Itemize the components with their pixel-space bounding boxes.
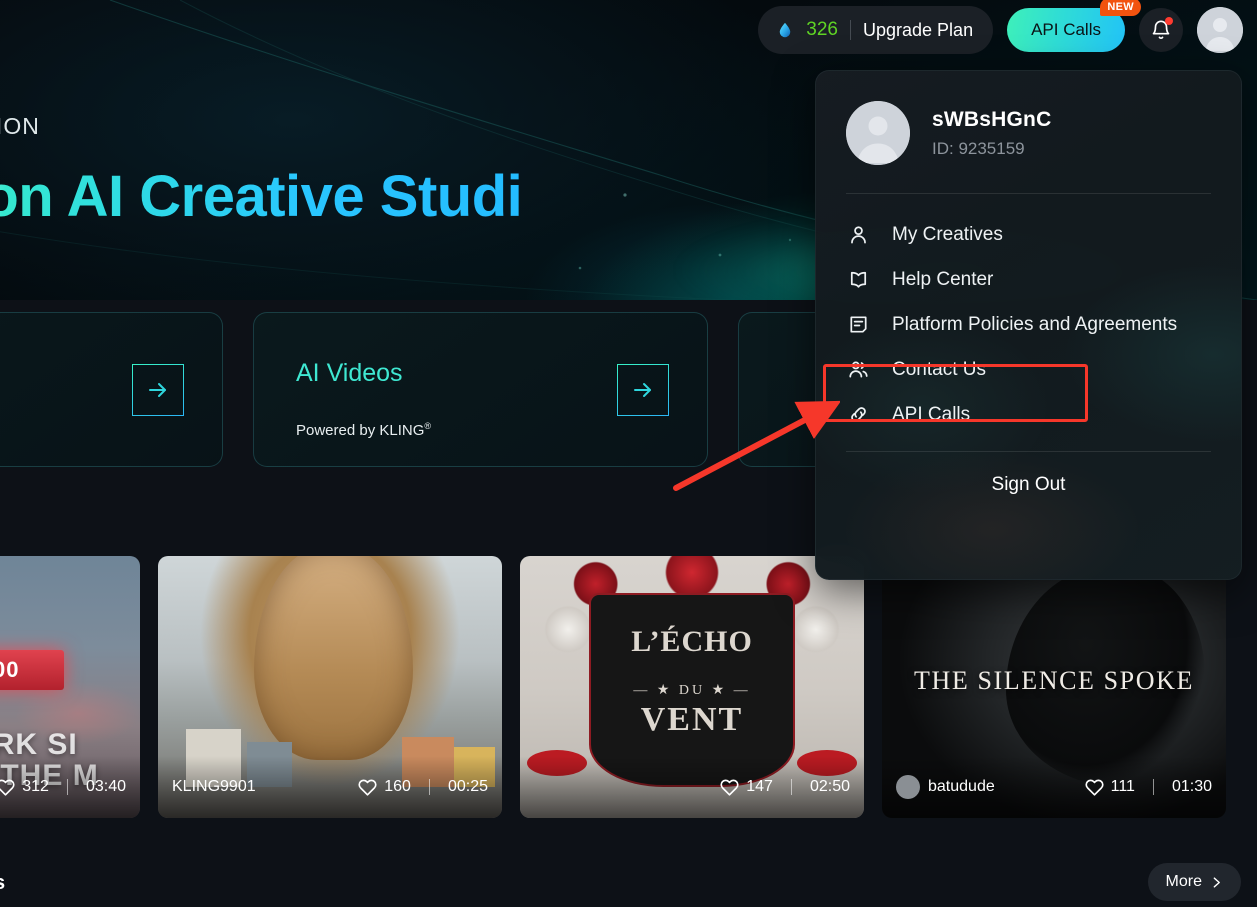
- dropdown-glow: [841, 449, 1142, 579]
- section-label-partial: s: [0, 872, 5, 895]
- menu-item-help-center[interactable]: Help Center: [834, 257, 1223, 302]
- video-author-name: KLING9901: [172, 778, 256, 795]
- notification-dot: [1165, 17, 1173, 25]
- credit-balance: 326: [806, 19, 838, 40]
- top-bar: 326 Upgrade Plan API Calls NEW: [758, 0, 1257, 60]
- menu-item-label: Contact Us: [892, 358, 986, 380]
- meta-divider: [428, 779, 430, 795]
- menu-item-label: My Creatives: [892, 223, 1003, 245]
- book-icon: [846, 268, 870, 292]
- video-card[interactable]: L’ÉCHO — ★ DU ★ — VENT 147 02:50: [520, 556, 864, 818]
- video-card[interactable]: KLING9901 160 00:25: [158, 556, 502, 818]
- video-like-count: 111: [1110, 778, 1135, 795]
- chevron-right-icon: [1213, 876, 1220, 888]
- arrow-right-circle-icon[interactable]: [132, 363, 184, 416]
- page-root: RK YOUR IMAGINATION Generation AI Creati…: [0, 0, 1257, 907]
- menu-item-my-creatives[interactable]: My Creatives: [834, 212, 1223, 257]
- poster-line-1: L’ÉCHO: [631, 625, 753, 659]
- user-avatar-icon: [846, 101, 910, 165]
- menu-item-contact-us[interactable]: Contact Us: [834, 347, 1223, 392]
- poster-line-3: VENT: [640, 701, 744, 738]
- video-likes: 111: [1085, 778, 1135, 797]
- avatar[interactable]: [1197, 7, 1243, 53]
- thumbnail-sign-text: 97:20:00: [0, 650, 65, 690]
- upgrade-plan-button[interactable]: Upgrade Plan: [863, 20, 973, 41]
- video-likes: 312: [0, 778, 49, 797]
- video-like-count: 312: [22, 778, 49, 795]
- person-icon: [846, 223, 870, 247]
- feature-card-ai-videos[interactable]: AI Videos Powered by KLING®: [253, 312, 708, 467]
- meta-divider: [66, 779, 68, 795]
- people-group-icon: [846, 358, 870, 382]
- video-likes: 147: [720, 778, 773, 797]
- feature-card-subtitle-text: Powered by KLING: [296, 422, 425, 439]
- notifications-button[interactable]: [1139, 8, 1183, 52]
- meta-divider: [790, 779, 792, 795]
- video-card-grid: 97:20:00 DARK SI OF THE M 312 03:40: [0, 556, 1226, 818]
- video-like-count: 147: [746, 778, 773, 795]
- account-id: ID: 9235159: [932, 138, 1025, 158]
- user-avatar-icon: [1197, 7, 1243, 53]
- more-button[interactable]: More: [1147, 863, 1241, 901]
- heart-icon: [358, 779, 377, 796]
- hero-kicker: RK YOUR IMAGINATION: [0, 113, 41, 139]
- dropdown-divider: [846, 451, 1211, 452]
- thumbnail-title-overlay: THE SILENCE SPOKE: [914, 666, 1194, 696]
- dropdown-menu-list: My Creatives Help Center Platform Polici…: [816, 194, 1241, 437]
- arrow-right-circle-icon[interactable]: [617, 363, 669, 416]
- more-button-label: More: [1165, 873, 1202, 890]
- video-duration: 00:25: [447, 778, 488, 795]
- menu-item-label: API Calls: [892, 403, 971, 425]
- registered-mark: ®: [424, 421, 432, 431]
- video-card-meta: KLING9901 160 00:25: [158, 756, 502, 818]
- page-title: Generation AI Creative Studi: [0, 163, 523, 230]
- feature-card-subtitle: Powered by KLING®: [296, 421, 431, 439]
- sign-out-button[interactable]: Sign Out: [816, 474, 1241, 496]
- video-like-count: 160: [384, 778, 411, 795]
- heart-icon: [1085, 779, 1104, 796]
- dropdown-profile-text: sWBsHGnC ID: 9235159: [932, 108, 1051, 159]
- api-calls-label: API Calls: [1031, 20, 1101, 39]
- video-card[interactable]: 97:20:00 DARK SI OF THE M 312 03:40: [0, 556, 140, 818]
- avatar: [846, 101, 910, 165]
- account-name: sWBsHGnC: [932, 107, 1052, 131]
- poster-line-2: — ★ DU ★ —: [633, 683, 751, 698]
- video-duration: 02:50: [809, 778, 850, 795]
- meta-divider: [1152, 779, 1154, 795]
- document-icon: [846, 313, 870, 337]
- link-chain-icon: [846, 403, 870, 427]
- credits-upgrade-pill[interactable]: 326 Upgrade Plan: [758, 6, 994, 54]
- video-card-meta: 312 03:40: [0, 756, 140, 818]
- menu-item-api-calls[interactable]: API Calls: [834, 392, 1223, 437]
- menu-item-label: Help Center: [892, 268, 994, 290]
- heart-icon: [0, 779, 15, 796]
- water-drop-icon: [780, 22, 791, 38]
- video-duration: 03:40: [85, 778, 126, 795]
- video-card[interactable]: THE SILENCE SPOKE batudude 111 01:30: [882, 556, 1226, 818]
- avatar: [896, 775, 920, 799]
- feature-card-title: AI Videos: [296, 359, 403, 387]
- menu-item-label: Platform Policies and Agreements: [892, 313, 1178, 335]
- dropdown-profile-header[interactable]: sWBsHGnC ID: 9235159: [816, 71, 1241, 165]
- video-author: KLING9901: [172, 778, 256, 796]
- feature-card-images[interactable]: ORS ®: [0, 312, 223, 467]
- api-calls-button[interactable]: API Calls NEW: [1007, 0, 1141, 52]
- video-card-meta: batudude 111 01:30: [882, 756, 1226, 818]
- video-likes: 160: [358, 778, 411, 797]
- video-author-name: batudude: [928, 778, 995, 795]
- account-dropdown-menu: sWBsHGnC ID: 9235159 My Creatives Help C…: [815, 70, 1242, 580]
- heart-icon: [720, 779, 739, 796]
- video-author: batudude: [896, 775, 995, 799]
- new-badge: NEW: [1100, 0, 1141, 16]
- video-card-meta: 147 02:50: [520, 756, 864, 818]
- pill-divider: [850, 20, 851, 40]
- thumbnail-cat-shape: [254, 556, 413, 761]
- video-duration: 01:30: [1171, 778, 1212, 795]
- menu-item-platform-policies[interactable]: Platform Policies and Agreements: [834, 302, 1223, 347]
